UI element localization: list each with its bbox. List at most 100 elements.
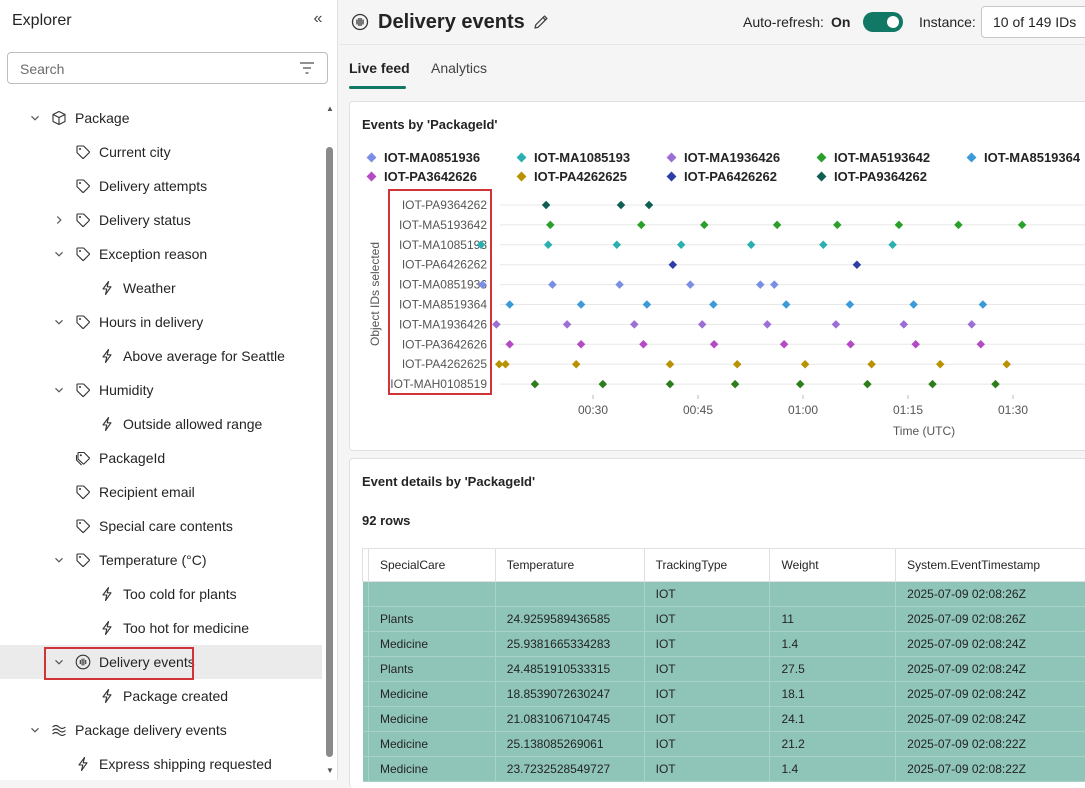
table-row[interactable]: Plants 24.4851910533315 IOT 27.5 2025-07-09 … (362, 656, 1085, 682)
collapse-sidebar-icon[interactable]: « (309, 10, 327, 28)
instance-label: Instance: (919, 14, 976, 30)
tree-item-label: Delivery status (99, 212, 191, 228)
table-cell: 25.9381665334283 (495, 631, 645, 657)
tree-item-special-care-contents[interactable]: Special care contents (0, 509, 322, 543)
table-cell: 2025-07-09 02:08:24Z (895, 681, 1085, 707)
legend-marker (816, 171, 827, 182)
chevron-down-icon[interactable] (53, 656, 65, 668)
tree-item-temperature[interactable]: Temperature (°C) (0, 543, 322, 577)
legend-item[interactable]: IOT-PA6426262 (664, 169, 777, 184)
legend-item[interactable]: IOT-MA1936426 (664, 150, 780, 165)
table-row[interactable]: IOT 2025-07-09 02:08:26Z (362, 581, 1085, 607)
tree-item-label: Delivery events (99, 654, 195, 670)
y-tick-label: IOT-MA1085193 (399, 238, 487, 252)
legend-item[interactable]: IOT-PA4262625 (514, 169, 627, 184)
chevron-right-icon[interactable] (53, 214, 65, 226)
event-point (1017, 220, 1027, 230)
tree-item-exception-reason[interactable]: Exception reason (0, 237, 322, 271)
scroll-up-icon[interactable]: ▲ (325, 104, 335, 114)
chevron-down-icon[interactable] (53, 316, 65, 328)
x-axis-title: Time (UTC) (893, 424, 955, 438)
table-cell: Plants (368, 606, 496, 632)
tree-item-too-hot-for-medicine[interactable]: Too hot for medicine (0, 611, 322, 645)
tree-item-too-cold-for-plants[interactable]: Too cold for plants (0, 577, 322, 611)
auto-refresh-toggle[interactable] (863, 12, 903, 32)
event-point (630, 320, 639, 329)
table-cell: 24.4851910533315 (495, 656, 645, 682)
table-row[interactable]: Plants 24.9259589436585 IOT 11 2025-07-09 02… (362, 606, 1085, 632)
page-title: Delivery events (378, 11, 525, 33)
table-cell: 2025-07-09 02:08:24Z (895, 706, 1085, 732)
table-cell: 2025-07-09 02:08:26Z (895, 606, 1085, 632)
legend-item[interactable]: IOT-MA5193642 (814, 150, 930, 165)
column-header[interactable]: TrackingType (643, 548, 771, 582)
legend-label: IOT-PA4262625 (534, 169, 627, 184)
table-row[interactable]: Medicine 18.8539072630247 IOT 18.1 2025-07-0… (362, 681, 1085, 707)
legend-marker (816, 152, 827, 163)
scroll-thumb[interactable] (326, 147, 333, 757)
table-row[interactable]: Medicine 25.138085269061 IOT 21.2 2025-07-09… (362, 731, 1085, 757)
chevron-down-icon[interactable] (29, 724, 41, 736)
tag-icon (75, 382, 91, 398)
lightning-icon (99, 348, 115, 364)
column-header[interactable]: System.EventTimestamp (895, 548, 1085, 582)
event-point (781, 300, 791, 309)
search-input[interactable] (20, 59, 280, 79)
column-header[interactable]: Temperature (494, 548, 645, 582)
filter-icon[interactable] (299, 61, 315, 75)
tag-icon (75, 314, 91, 330)
y-tick-label: IOT-MA1936426 (399, 317, 487, 331)
tree-item-packageid[interactable]: PackageId (0, 441, 322, 475)
tree-item-express-shipping-requested[interactable]: Express shipping requested (0, 747, 322, 780)
tree-item-outside-allowed-range[interactable]: Outside allowed range (0, 407, 322, 441)
event-details-card: Event details by 'PackageId' 92 rows Spe… (349, 458, 1085, 788)
chevron-down-icon[interactable] (53, 384, 65, 396)
instance-selector[interactable]: 10 of 149 IDs (981, 6, 1085, 38)
tree-item-recipient-email[interactable]: Recipient email (0, 475, 322, 509)
tree-item-current-city[interactable]: Current city (0, 135, 322, 169)
tag-icon (75, 178, 91, 194)
table-cell (495, 581, 645, 607)
tag-stack-icon (75, 450, 91, 466)
table-cell: IOT (644, 581, 771, 607)
tree-scrollbar[interactable]: ▲ ▼ (324, 101, 336, 780)
table-cell: 2025-07-09 02:08:22Z (895, 731, 1085, 757)
tree-item-hours-in-delivery[interactable]: Hours in delivery (0, 305, 322, 339)
event-point (612, 240, 622, 250)
tree-item-delivery-attempts[interactable]: Delivery attempts (0, 169, 322, 203)
event-point (576, 300, 586, 309)
column-header[interactable]: Weight (769, 548, 897, 582)
tree-item-label: Recipient email (99, 484, 195, 500)
legend-item[interactable]: IOT-PA9364262 (814, 169, 927, 184)
table-row[interactable]: Medicine 21.0831067104745 IOT 24.1 2025-07-0… (362, 706, 1085, 732)
legend-item[interactable]: IOT-MA1085193 (514, 150, 630, 165)
table-cell: 21.2 (769, 731, 897, 757)
event-point (665, 359, 675, 369)
tree-item-package[interactable]: Package (0, 101, 322, 135)
tree-item-humidity[interactable]: Humidity (0, 373, 322, 407)
legend-item[interactable]: IOT-MA8519364 (964, 150, 1080, 165)
chevron-down-icon[interactable] (53, 248, 65, 260)
tree-item-delivery-status[interactable]: Delivery status (0, 203, 322, 237)
chevron-down-icon[interactable] (53, 554, 65, 566)
tree-item-label: Weather (123, 280, 176, 296)
event-point (800, 359, 810, 369)
table-row[interactable]: Medicine 25.9381665334283 IOT 1.4 2025-07-09… (362, 631, 1085, 657)
edit-pencil-icon[interactable] (532, 13, 550, 31)
tree-item-label: Too hot for medicine (123, 620, 250, 636)
tree-item-delivery-events[interactable]: Delivery events (0, 645, 322, 679)
tab-live-feed[interactable]: Live feed (349, 60, 410, 76)
chevron-down-icon[interactable] (29, 112, 41, 124)
event-point (676, 240, 686, 250)
scroll-down-icon[interactable]: ▼ (325, 766, 335, 776)
table-row[interactable]: Medicine 23.7232528549727 IOT 1.4 2025-07-09… (362, 756, 1085, 782)
tree-item-weather[interactable]: Weather (0, 271, 322, 305)
legend-item[interactable]: IOT-MA0851936 (364, 150, 480, 165)
tree-item-package-delivery-events[interactable]: Package delivery events (0, 713, 322, 747)
legend-item[interactable]: IOT-PA3642626 (364, 169, 477, 184)
tree-item-package-created[interactable]: Package created (0, 679, 322, 713)
tree-item-above-average-for-seattle[interactable]: Above average for Seattle (0, 339, 322, 373)
tab-analytics[interactable]: Analytics (431, 60, 487, 76)
event-point (833, 220, 842, 230)
column-header[interactable]: SpecialCare (367, 548, 496, 582)
